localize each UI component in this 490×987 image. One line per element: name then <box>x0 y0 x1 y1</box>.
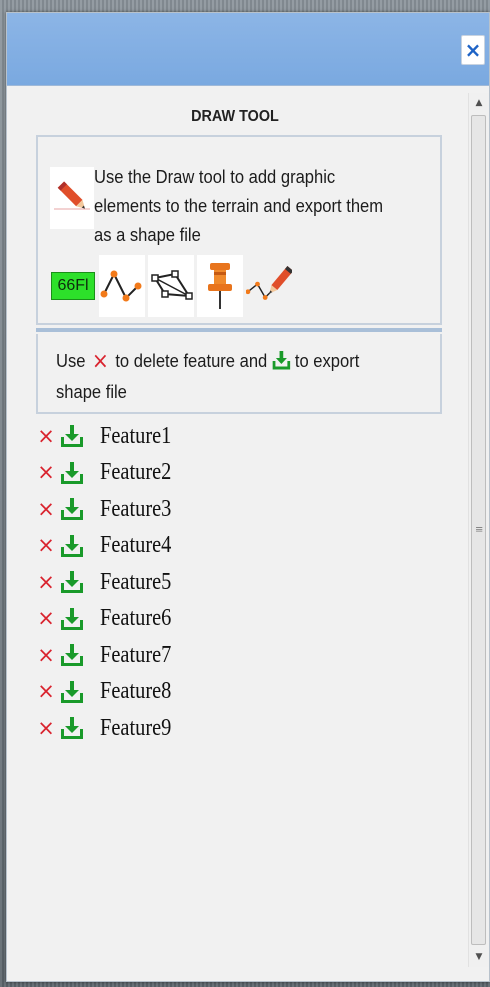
export-icon[interactable] <box>60 461 84 485</box>
list-item: × Feature4 <box>36 528 184 565</box>
delete-icon: × <box>91 349 109 374</box>
feature-counter: 66Fl <box>50 255 96 317</box>
list-item: × Feature5 <box>36 564 184 601</box>
feature-name[interactable]: Feature3 <box>100 496 171 523</box>
close-button[interactable]: × <box>461 35 485 65</box>
feature-name[interactable]: Feature6 <box>100 605 171 632</box>
delete-icon[interactable]: × <box>36 681 56 702</box>
feature-name[interactable]: Feature8 <box>100 678 171 705</box>
info-delete-label: to delete feature and <box>115 351 268 371</box>
feature-name[interactable]: Feature7 <box>100 642 171 669</box>
list-item: × Feature6 <box>36 601 184 638</box>
delete-icon[interactable]: × <box>36 644 56 666</box>
page-title: DRAW TOOL <box>191 108 279 125</box>
delete-icon[interactable]: × <box>36 498 56 520</box>
scroll-up-arrow-icon[interactable]: ▲ <box>469 93 489 113</box>
delete-icon[interactable]: × <box>36 425 56 447</box>
freehand-draw-button[interactable] <box>246 255 292 317</box>
export-icon <box>272 351 290 370</box>
feature-name[interactable]: Feature1 <box>100 423 171 450</box>
intro-text: Use the Draw tool to add graphic element… <box>94 167 384 245</box>
vertical-scrollbar[interactable]: ▲ ≡ ▼ <box>468 93 489 967</box>
list-item: × Feature7 <box>36 637 184 674</box>
draw-tool-box: Use the Draw tool to add graphic element… <box>36 135 442 325</box>
export-icon[interactable] <box>60 570 84 594</box>
delete-icon[interactable]: × <box>36 717 56 739</box>
list-item: × Feature3 <box>36 491 184 528</box>
feature-name[interactable]: Feature9 <box>100 715 171 742</box>
list-item: × Feature9 <box>36 710 184 747</box>
pencil-icon <box>50 167 94 229</box>
delete-icon[interactable]: × <box>36 462 56 483</box>
delete-icon[interactable]: × <box>36 535 56 556</box>
info-box: Use × to delete feature and to export sh… <box>36 334 442 414</box>
polygon-tool-button[interactable] <box>148 255 194 317</box>
list-item: × Feature1 <box>36 418 184 455</box>
line-tool-icon <box>100 270 142 302</box>
delete-icon[interactable]: × <box>36 608 56 629</box>
info-text: Use × to delete feature and to export sh… <box>56 346 396 407</box>
scroll-down-arrow-icon[interactable]: ▼ <box>469 947 489 967</box>
panel-titlebar[interactable]: × <box>7 13 489 86</box>
polygon-tool-icon <box>151 270 193 300</box>
list-item: × Feature2 <box>36 455 184 492</box>
export-icon[interactable] <box>60 643 84 667</box>
feature-list: × Feature1 × Feature2 × Feature3 × Feature4 × Fea… <box>36 418 184 747</box>
delete-icon[interactable]: × <box>36 571 56 593</box>
counter-badge: 66Fl <box>51 272 95 300</box>
line-tool-button[interactable] <box>99 255 145 317</box>
scroll-thumb[interactable]: ≡ <box>471 115 486 945</box>
export-icon[interactable] <box>60 534 84 558</box>
feature-name[interactable]: Feature2 <box>100 459 171 486</box>
info-use-label: Use <box>56 351 86 371</box>
section-divider <box>36 328 442 332</box>
export-icon[interactable] <box>60 680 84 704</box>
tool-row: 66Fl <box>50 255 292 319</box>
export-icon[interactable] <box>60 424 84 448</box>
export-icon[interactable] <box>60 607 84 631</box>
pin-tool-button[interactable] <box>197 255 243 317</box>
list-item: × Feature8 <box>36 674 184 711</box>
pin-tool-icon <box>208 263 232 309</box>
freehand-draw-icon <box>246 266 292 300</box>
export-icon[interactable] <box>60 716 84 740</box>
grip-icon: ≡ <box>475 524 484 536</box>
export-icon[interactable] <box>60 497 84 521</box>
feature-name[interactable]: Feature5 <box>100 569 171 596</box>
feature-name[interactable]: Feature4 <box>100 532 171 559</box>
